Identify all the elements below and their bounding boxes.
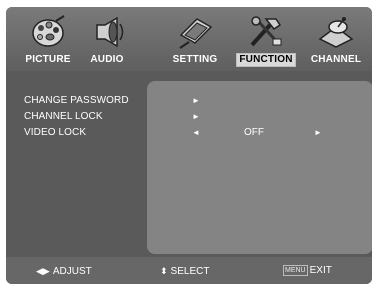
osd-menu-window: PICTURE AUDIO SETTING FUNCTION CHANNEL C… bbox=[6, 7, 372, 284]
row-label: CHANNEL LOCK bbox=[24, 111, 103, 122]
menu-row-change-password[interactable]: CHANGE PASSWORD ► bbox=[6, 93, 372, 109]
right-arrow-icon[interactable]: ► bbox=[314, 125, 322, 141]
adjust-label: ADJUST bbox=[52, 266, 92, 277]
audio-speaker-icon bbox=[96, 16, 124, 48]
setting-screen-icon bbox=[179, 18, 213, 49]
key-hint-bar: ◀▶ ADJUST ⬍ SELECT MENU EXIT bbox=[6, 257, 372, 284]
tab-setting[interactable]: SETTING bbox=[159, 15, 231, 71]
tab-label: CHANNEL bbox=[310, 54, 362, 65]
picture-palette-icon bbox=[32, 15, 65, 47]
select-label: SELECT bbox=[170, 266, 210, 277]
right-arrow-icon[interactable]: ► bbox=[192, 93, 200, 109]
menu-key-icon: MENU bbox=[283, 265, 308, 276]
exit-label: EXIT bbox=[309, 265, 332, 276]
menu-row-channel-lock[interactable]: CHANNEL LOCK ► bbox=[6, 109, 372, 125]
exit-hint: MENU EXIT bbox=[283, 265, 332, 277]
function-settings-panel: CHANGE PASSWORD ► CHANNEL LOCK ► VIDEO L… bbox=[6, 71, 372, 257]
menu-row-video-lock[interactable]: VIDEO LOCK ◄ OFF ► bbox=[6, 125, 372, 141]
adjust-hint: ◀▶ ADJUST bbox=[36, 265, 92, 278]
tab-audio[interactable]: AUDIO bbox=[71, 15, 143, 71]
menu-tab-bar: PICTURE AUDIO SETTING FUNCTION CHANNEL bbox=[6, 7, 372, 71]
left-arrow-icon[interactable]: ◄ bbox=[192, 125, 200, 141]
video-lock-value: OFF bbox=[244, 127, 264, 138]
tab-label: FUNCTION bbox=[236, 53, 296, 67]
channel-satellite-icon bbox=[318, 17, 354, 48]
tab-function[interactable]: FUNCTION bbox=[230, 15, 302, 71]
right-arrow-icon[interactable]: ► bbox=[192, 109, 200, 125]
tab-label: PICTURE bbox=[25, 54, 71, 65]
left-right-arrows-icon: ◀▶ bbox=[36, 266, 50, 276]
tab-channel[interactable]: CHANNEL bbox=[300, 15, 372, 71]
select-hint: ⬍ SELECT bbox=[160, 265, 209, 278]
function-tools-icon bbox=[250, 16, 282, 47]
up-down-arrows-icon: ⬍ bbox=[160, 266, 168, 276]
tab-label: AUDIO bbox=[90, 54, 124, 65]
row-label: VIDEO LOCK bbox=[24, 127, 87, 138]
tab-label: SETTING bbox=[172, 54, 218, 65]
row-label: CHANGE PASSWORD bbox=[24, 95, 129, 106]
